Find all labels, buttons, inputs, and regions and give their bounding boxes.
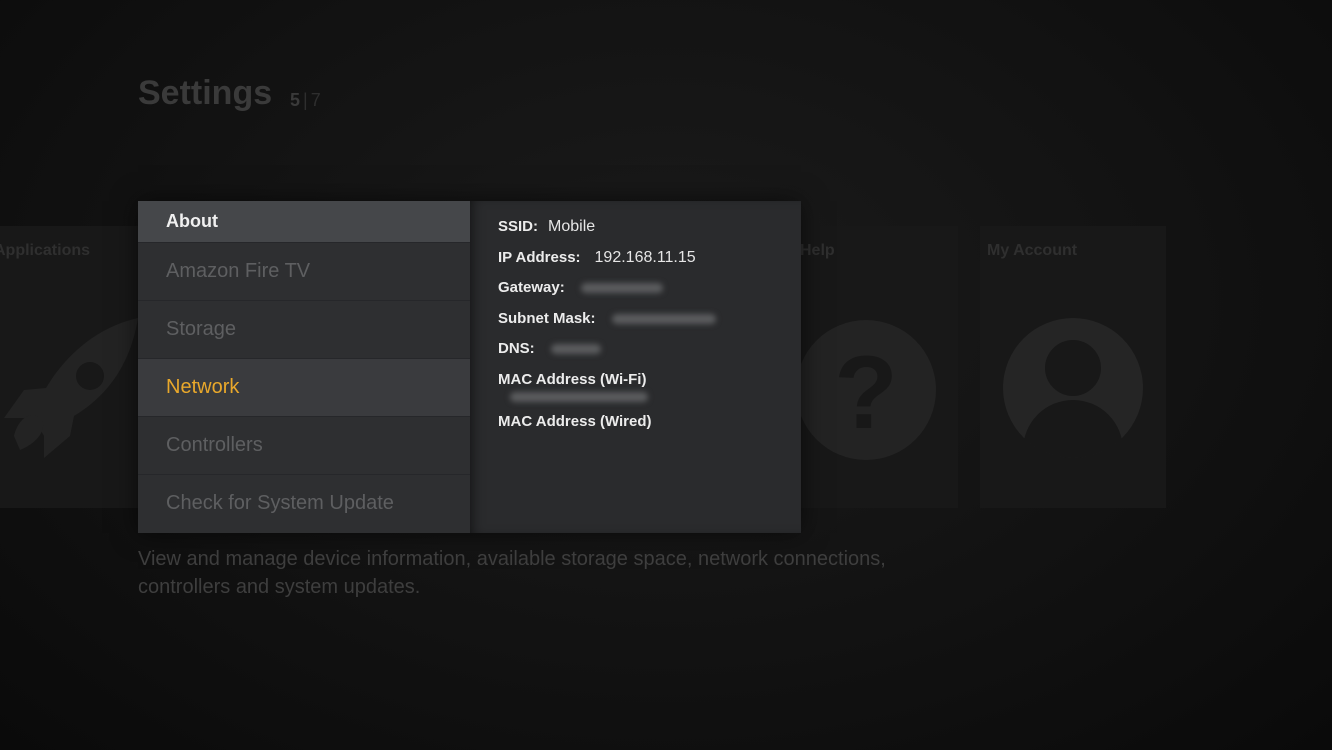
menu-item-network[interactable]: Network	[138, 358, 470, 416]
gateway-label: Gateway:	[498, 279, 565, 296]
subnet-mask-value-redacted	[611, 313, 716, 324]
rocket-icon	[4, 318, 138, 458]
gateway-value-redacted	[580, 283, 663, 294]
mac-wired-label: MAC Address (Wired)	[498, 412, 652, 430]
mac-wifi-row: MAC Address (Wi-Fi)	[498, 370, 801, 402]
subnet-mask-row: Subnet Mask:	[498, 309, 801, 340]
ssid-label: SSID:	[498, 218, 539, 235]
menu-item-controllers[interactable]: Controllers	[138, 416, 470, 474]
page-title: Settings	[138, 74, 273, 112]
menu-item-storage[interactable]: Storage	[138, 300, 470, 358]
ssid-value: Mobile	[548, 218, 596, 235]
user-avatar-icon	[1003, 318, 1143, 458]
menu-item-amazon-fire-tv[interactable]: Amazon Fire TV	[138, 242, 470, 300]
about-menu: About Amazon Fire TV Storage Network Con…	[138, 201, 470, 533]
tile-help-label: Help	[800, 242, 835, 259]
subnet-mask-label: Subnet Mask:	[498, 309, 596, 327]
question-icon: ?	[796, 320, 936, 460]
dns-label: DNS:	[498, 340, 535, 357]
dns-value-redacted	[550, 344, 601, 355]
tile-my-account-label: My Account	[987, 242, 1078, 259]
about-menu-header: About	[138, 201, 470, 242]
mac-wired-row: MAC Address (Wired)	[498, 412, 801, 443]
gateway-row: Gateway:	[498, 278, 801, 309]
menu-item-check-for-system-update[interactable]: Check for System Update	[138, 474, 470, 532]
settings-screen: Settings 5 | 7 Applications Help ? My Acco…	[0, 0, 1332, 750]
ssid-row: SSID: Mobile	[498, 217, 801, 248]
mac-wifi-label: MAC Address (Wi-Fi)	[498, 370, 647, 388]
page-separator: |	[303, 90, 308, 110]
ip-address-row: IP Address: 192.168.11.15	[498, 248, 801, 279]
page-current: 5	[290, 90, 301, 110]
page-indicator: 5 | 7	[290, 90, 321, 111]
ip-address-value: 192.168.11.15	[594, 248, 696, 266]
about-panel: About Amazon Fire TV Storage Network Con…	[138, 201, 801, 533]
section-description: View and manage device information, avai…	[138, 548, 886, 598]
network-details: SSID: Mobile IP Address: 192.168.11.15 Gat…	[470, 201, 801, 533]
tile-applications-label: Applications	[0, 242, 91, 259]
ip-address-label: IP Address:	[498, 248, 581, 266]
page-total: 7	[310, 90, 321, 110]
dns-row: DNS:	[498, 339, 801, 370]
mac-wifi-value-redacted	[510, 391, 648, 402]
